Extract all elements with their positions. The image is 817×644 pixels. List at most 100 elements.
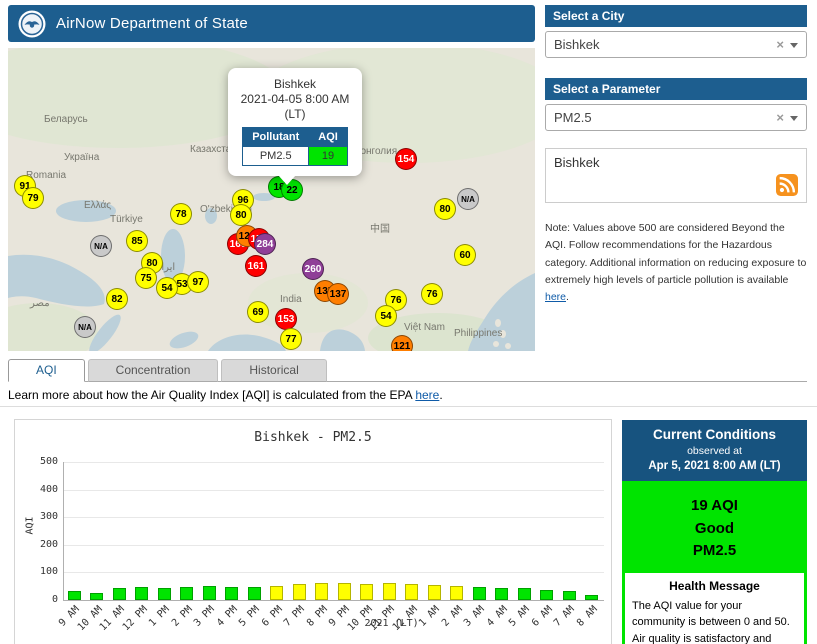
aqi-marker[interactable]: N/A <box>74 316 96 338</box>
aqi-marker[interactable]: 80 <box>230 204 252 226</box>
cc-aqi-value: 19 AQI <box>622 495 807 518</box>
parameter-select[interactable]: PM2.5 × <box>545 104 807 131</box>
gridline <box>64 517 604 518</box>
chart-bar[interactable] <box>383 583 396 600</box>
aqi-marker[interactable]: N/A <box>457 188 479 210</box>
popup-aqi-table: Pollutant AQI PM2.5 19 <box>242 127 348 166</box>
popup-pollutant-value: PM2.5 <box>243 147 309 166</box>
note-link[interactable]: here <box>545 291 566 303</box>
aqi-marker[interactable]: 82 <box>106 288 128 310</box>
chart-bar[interactable] <box>135 587 148 600</box>
learn-more-text: Learn more about how the Air Quality Ind… <box>8 388 443 402</box>
popup-city: Bishkek <box>232 77 358 91</box>
chart-bar[interactable] <box>225 587 238 600</box>
chart-bar[interactable] <box>113 588 126 600</box>
chart-bar[interactable] <box>405 584 418 600</box>
tab-concentration[interactable]: Concentration <box>88 359 219 382</box>
aqi-marker[interactable]: 60 <box>454 244 476 266</box>
dos-seal-icon <box>18 10 46 38</box>
cc-health-title: Health Message <box>632 579 797 593</box>
popup-aqi-header: AQI <box>309 128 348 147</box>
tab-aqi[interactable]: AQI <box>8 359 85 382</box>
chart-bar[interactable] <box>518 588 531 600</box>
chart-bar[interactable] <box>90 593 103 600</box>
parameter-clear-icon[interactable]: × <box>776 110 784 125</box>
aqi-marker[interactable]: 154 <box>395 148 417 170</box>
epa-link[interactable]: here <box>415 388 439 402</box>
chart-bar[interactable] <box>360 584 373 600</box>
chart-bar[interactable] <box>180 587 193 600</box>
aqi-marker[interactable]: 76 <box>421 283 443 305</box>
cc-health-message: The AQI value for your community is betw… <box>632 598 797 644</box>
aqi-marker[interactable]: 54 <box>375 305 397 327</box>
rss-icon[interactable] <box>776 174 798 196</box>
feed-title: Bishkek <box>554 155 600 170</box>
chart-bar[interactable] <box>540 590 553 600</box>
popup-lt: (LT) <box>232 107 358 121</box>
aqi-marker[interactable]: 69 <box>247 301 269 323</box>
note-after: . <box>566 291 569 303</box>
cc-observed-label: observed at <box>626 445 803 457</box>
city-select-value: Bishkek <box>554 37 600 52</box>
aqi-marker[interactable]: 161 <box>245 255 267 277</box>
aqi-marker[interactable]: 80 <box>434 198 456 220</box>
chart-bar[interactable] <box>248 587 261 600</box>
aqi-marker[interactable]: 153 <box>275 308 297 330</box>
cc-parameter: PM2.5 <box>622 540 807 563</box>
current-conditions-header: Current Conditions observed at Apr 5, 20… <box>622 420 807 481</box>
map-country-label: Việt Nam <box>404 322 445 333</box>
chart-bar[interactable] <box>203 586 216 600</box>
app-title: AirNow Department of State <box>56 15 248 32</box>
aqi-marker[interactable]: 137 <box>327 283 349 305</box>
aqi-marker[interactable]: 260 <box>302 258 324 280</box>
app-header: AirNow Department of State <box>8 5 535 42</box>
chart-bar[interactable] <box>270 586 283 600</box>
tab-bar: AQIConcentrationHistorical <box>8 359 330 382</box>
aqi-marker[interactable]: 79 <box>22 187 44 209</box>
aqi-marker[interactable]: 75 <box>135 267 157 289</box>
chart-bar[interactable] <box>293 584 306 600</box>
map-country-label: Беларусь <box>44 114 88 125</box>
city-select[interactable]: Bishkek × <box>545 31 807 58</box>
map-country-label: مصر <box>30 298 50 309</box>
learn-more-after: . <box>439 388 442 402</box>
map-country-label: 中国 <box>370 220 390 235</box>
page: AirNow Department of State Беларусь <box>0 0 817 644</box>
chart-bar[interactable] <box>495 588 508 600</box>
cc-title: Current Conditions <box>626 427 803 442</box>
popup-datetime: 2021-04-05 8:00 AM <box>232 92 358 106</box>
feed-box: Bishkek <box>545 148 807 203</box>
map-canvas[interactable]: БеларусьУкраїнаRomaniaΕλλάςTürkiyeКазахс… <box>8 48 535 351</box>
chevron-down-icon[interactable] <box>790 116 798 121</box>
aqi-marker[interactable]: 77 <box>280 328 302 350</box>
aqi-marker[interactable]: 284 <box>254 233 276 255</box>
chart-bar[interactable] <box>315 583 328 600</box>
y-tick-label: 500 <box>22 456 58 467</box>
learn-more-before: Learn more about how the Air Quality Ind… <box>8 388 415 402</box>
tab-historical[interactable]: Historical <box>221 359 326 382</box>
map-country-label: India <box>280 294 302 305</box>
aqi-marker[interactable]: 78 <box>170 203 192 225</box>
chart-bar[interactable] <box>68 591 81 600</box>
aqi-marker[interactable]: 85 <box>126 230 148 252</box>
y-tick-label: 300 <box>22 511 58 522</box>
chart-bar[interactable] <box>473 587 486 600</box>
cc-category: Good <box>622 518 807 541</box>
chart-bar[interactable] <box>585 595 598 600</box>
aqi-marker[interactable]: 97 <box>187 271 209 293</box>
aqi-marker[interactable]: 121 <box>391 335 413 351</box>
chart-bar[interactable] <box>450 586 463 600</box>
gridline <box>64 490 604 491</box>
chart-bar[interactable] <box>158 588 171 600</box>
chart-plot: 01002003004005009 AM10 AM11 AM12 PM1 PM2… <box>63 462 604 601</box>
city-clear-icon[interactable]: × <box>776 37 784 52</box>
chart-bar[interactable] <box>428 585 441 600</box>
aqi-marker[interactable]: N/A <box>90 235 112 257</box>
map-popup: Bishkek 2021-04-05 8:00 AM (LT) Pollutan… <box>228 68 362 176</box>
chevron-down-icon[interactable] <box>790 43 798 48</box>
cc-health-section: Health Message The AQI value for your co… <box>625 573 804 644</box>
chart-bar[interactable] <box>338 583 351 600</box>
chart-bar[interactable] <box>563 591 576 600</box>
aqi-marker[interactable]: 54 <box>156 277 178 299</box>
popup-aqi-value: 19 <box>309 147 348 166</box>
